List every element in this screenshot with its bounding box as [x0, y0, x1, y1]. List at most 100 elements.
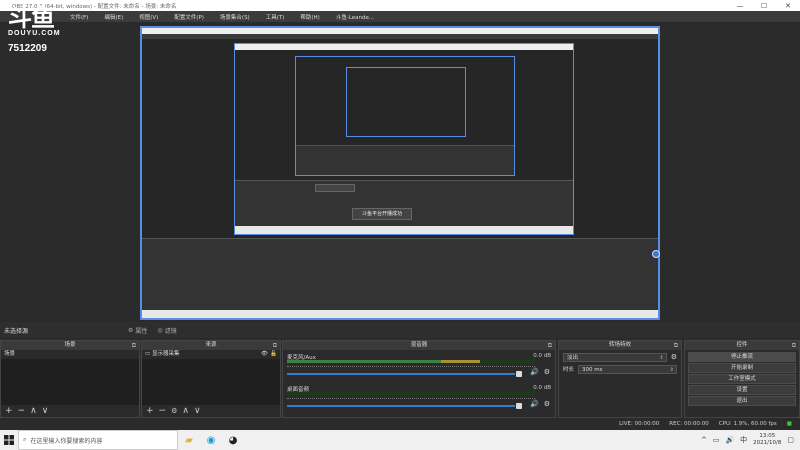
controls-dock-title: 控件 [736, 342, 748, 348]
transitions-dock-title: 转场特效 [608, 342, 631, 348]
menu-tools[interactable]: 工具(T) [258, 13, 293, 21]
source-toolbar: 未选择源 ⚙ 属性 ◎ 滤镜 [0, 322, 800, 338]
menu-profile[interactable]: 配置文件(P) [166, 13, 212, 21]
add-icon[interactable]: + [5, 406, 13, 416]
chevron-down-icon: ⇕ [659, 354, 664, 361]
speaker-icon[interactable]: 🔊 [530, 400, 539, 408]
sources-toolbar: + − ⚙ ∧ ∨ [142, 405, 280, 417]
menu-view[interactable]: 视图(V) [131, 13, 166, 21]
file-explorer-icon[interactable]: ▰ [178, 430, 200, 450]
minimize-button[interactable]: — [728, 2, 752, 10]
douyu-logo: 斗鱼 DOUYU.COM 7512209 [8, 6, 68, 55]
gear-icon[interactable]: ⚙ [544, 400, 550, 408]
scenes-toolbar: + − ∧ ∨ [1, 405, 139, 417]
clock-time: 13:05 [759, 433, 776, 439]
move-down-icon[interactable]: ∨ [42, 406, 49, 416]
meter-scale [287, 364, 535, 367]
maximize-button[interactable]: ☐ [752, 2, 776, 10]
gear-icon[interactable]: ⚙ [671, 353, 677, 361]
preview-toast: 斗鱼平台开播成功 [352, 208, 412, 220]
volume-icon[interactable]: 🔊 [725, 436, 734, 444]
preview-area[interactable]: 斗鱼平台开播成功 [0, 22, 800, 322]
nested-screen-4 [346, 67, 466, 137]
move-up-icon[interactable]: ∧ [30, 406, 37, 416]
settings-button[interactable]: 设置 [688, 385, 796, 395]
add-icon[interactable]: + [146, 406, 154, 416]
undock-icon[interactable]: ⧉ [132, 341, 136, 350]
scenes-dock-title: 场景 [64, 342, 76, 348]
undock-icon[interactable]: ⧉ [674, 341, 678, 350]
filters-label: 滤镜 [164, 327, 177, 335]
nested-docks [142, 238, 658, 312]
live-status: LIVE: 00:00:00 [619, 421, 660, 427]
nested-screen-3 [295, 56, 515, 176]
transitions-dock: 转场特效 ⧉ 淡出 ⇕ ⚙ 时长 300 ms ⇕ [558, 340, 682, 418]
properties-button[interactable]: ⚙ 属性 [128, 326, 147, 335]
filters-button[interactable]: ◎ 滤镜 [157, 326, 176, 335]
visibility-icon[interactable]: 👁 [261, 350, 268, 359]
stop-streaming-button[interactable]: 停止推流 [688, 352, 796, 362]
gear-icon[interactable]: ⚙ [544, 368, 550, 376]
close-button[interactable]: ✕ [776, 2, 800, 10]
volume-slider-knob[interactable] [516, 403, 522, 409]
network-icon[interactable]: ▭ [713, 436, 720, 444]
studio-mode-button[interactable]: 工作室模式 [688, 374, 796, 384]
notification-icon[interactable]: ▢ [787, 436, 794, 444]
undock-icon[interactable]: ⧉ [792, 341, 796, 350]
duration-input[interactable]: 300 ms ⇕ [578, 364, 677, 374]
ime-icon[interactable]: 中 [740, 435, 747, 445]
remove-icon[interactable]: − [18, 406, 26, 416]
exit-button[interactable]: 退出 [688, 396, 796, 406]
nested-docks [235, 180, 573, 228]
volume-slider-knob[interactable] [516, 371, 522, 377]
move-down-icon[interactable]: ∨ [194, 406, 201, 416]
windows-start-button[interactable] [0, 430, 18, 450]
window-titlebar: OBS 27.0.1 (64-bit, windows) - 配置文件: 未命名… [0, 0, 800, 11]
undock-icon[interactable]: ⧉ [273, 341, 277, 350]
nested-taskbar [142, 310, 658, 318]
scenes-list[interactable]: 场景 [1, 350, 139, 405]
transition-select[interactable]: 淡出 ⇕ [563, 352, 667, 362]
rec-status: REC: 00:00:00 [669, 421, 709, 427]
obs-app-icon[interactable]: ◕ [222, 430, 244, 450]
start-recording-button[interactable]: 开始录制 [688, 363, 796, 373]
stream-indicator-icon: ■ [786, 421, 792, 427]
channel-db: 0.0 dB [533, 353, 551, 359]
nested-docks [296, 145, 514, 175]
search-placeholder: 在这里输入你要搜索的内容 [30, 437, 103, 445]
nested-menubar [142, 34, 658, 39]
menu-help[interactable]: 帮助(H) [292, 13, 327, 21]
scene-item[interactable]: 场景 [1, 350, 139, 359]
filter-icon: ◎ [157, 326, 163, 334]
gear-icon[interactable]: ⚙ [171, 407, 177, 415]
volume-slider[interactable] [287, 373, 515, 375]
volume-slider[interactable] [287, 405, 515, 407]
controls-dock: 控件 ⧉ 停止推流 开始录制 工作室模式 设置 退出 [684, 340, 800, 418]
remove-icon[interactable]: − [159, 406, 167, 416]
no-source-label: 未选择源 [4, 327, 29, 335]
cpu-status: CPU: 1.9%, 60.00 fps [718, 421, 777, 427]
edge-browser-icon[interactable]: ◉ [200, 430, 222, 450]
chevron-up-icon[interactable]: ^ [701, 436, 707, 444]
menu-bar: 文件(F) 编辑(E) 视图(V) 配置文件(P) 场景集合(S) 工具(T) … [0, 11, 800, 22]
taskbar-clock[interactable]: 13:05 2021/10/8 [753, 433, 781, 447]
channel-db: 0.0 dB [533, 385, 551, 391]
move-up-icon[interactable]: ∧ [182, 406, 189, 416]
controls-body: 停止推流 开始录制 工作室模式 设置 退出 [685, 351, 799, 417]
gear-icon: ⚙ [128, 326, 134, 334]
sources-list[interactable]: ▭ 显示器采集 👁 🔓 [142, 350, 280, 405]
taskbar-search-box[interactable]: ⌕ 在这里输入你要搜索的内容 [18, 430, 178, 450]
undock-icon[interactable]: ⧉ [548, 341, 552, 350]
source-item[interactable]: ▭ 显示器采集 👁 🔓 [142, 350, 280, 359]
clock-date: 2021/10/8 [753, 440, 782, 446]
menu-edit[interactable]: 编辑(E) [96, 13, 131, 21]
menu-douyu[interactable]: 斗鱼-Leande... [328, 13, 382, 21]
speaker-icon[interactable]: 🔊 [530, 368, 539, 376]
room-id: 7512209 [8, 43, 47, 54]
duration-label: 时长 [563, 367, 575, 373]
lock-icon[interactable]: 🔓 [270, 350, 277, 359]
transitions-dock-header: 转场特效 ⧉ [559, 341, 681, 350]
menu-scene-collection[interactable]: 场景集合(S) [212, 13, 258, 21]
preview-canvas[interactable]: 斗鱼平台开播成功 [140, 26, 660, 320]
resize-handle[interactable] [652, 250, 660, 258]
